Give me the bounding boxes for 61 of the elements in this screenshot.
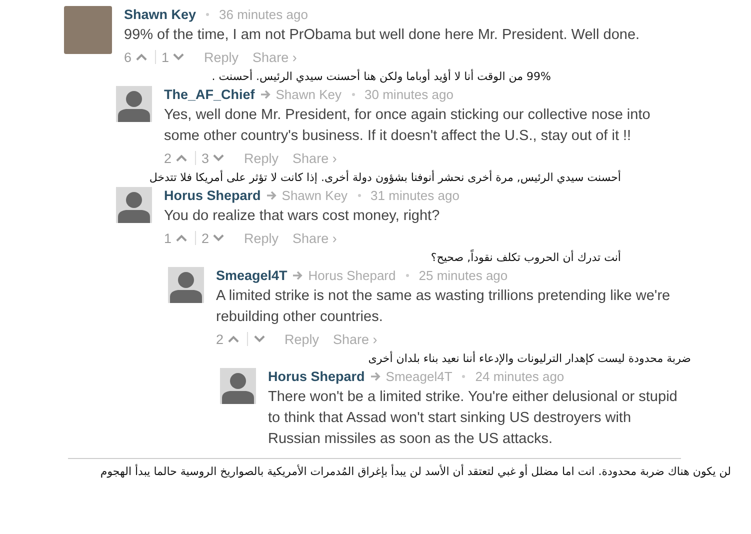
author-link[interactable]: Horus Shepard: [268, 368, 365, 384]
author-link[interactable]: Smeagel4T: [216, 268, 288, 282]
downvote-chevron-icon[interactable]: [173, 53, 184, 61]
upvote-count: 2: [216, 332, 224, 346]
author-link[interactable]: Shawn Key: [124, 6, 196, 22]
arabic-translation: لن يكون هناك ضربة محدودة. انت اما مضلل أو غبي لتعتقد أن الأسد لن يبدأ بإغراق المُدمرات الأمريكية بالصواريخ الروسية حالما يبدأ الهجوم: [100, 465, 731, 478]
reply-to-link[interactable]: Horus Shepard: [308, 268, 396, 282]
reply-link[interactable]: Reply: [284, 332, 320, 346]
upvote-count: 1: [164, 230, 172, 246]
timestamp[interactable]: 31 minutes ago: [370, 188, 460, 202]
timestamp[interactable]: 36 minutes ago: [219, 6, 308, 22]
share-link[interactable]: Share ›: [333, 332, 378, 346]
reply-link[interactable]: Reply: [244, 150, 279, 166]
separator-dot-icon: [406, 274, 409, 276]
downvote-count: 3: [202, 150, 210, 166]
reply-arrow-icon: [260, 90, 271, 98]
user-silhouette-icon: [116, 86, 152, 122]
reply-arrow-icon: [370, 372, 381, 380]
downvote-chevron-icon[interactable]: [213, 234, 224, 242]
separator-dot-icon: [358, 194, 361, 196]
arabic-translation: ضربة محدودة ليست كإهدار الترليونات والإدعاء أننا نعيد بناء بلدان أخرى: [368, 352, 691, 365]
reply-arrow-icon: [292, 270, 304, 280]
separator-dot-icon: [352, 92, 355, 96]
upvote-chevron-icon[interactable]: [176, 234, 187, 242]
upvote-chevron-icon[interactable]: [176, 154, 187, 162]
reply-to-link[interactable]: Smeagel4T: [386, 368, 452, 384]
upvote-chevron-icon[interactable]: [136, 53, 147, 61]
reply-to-link[interactable]: Shawn Key: [282, 188, 348, 202]
comment-text: 99% of the time, I am not PrObama but well done here Mr. President. Well done.: [124, 26, 641, 45]
timestamp[interactable]: 24 minutes ago: [475, 368, 564, 384]
reply-to-link[interactable]: Shawn Key: [276, 86, 342, 102]
upvote-count: 6: [124, 50, 132, 64]
user-silhouette-icon: [220, 368, 256, 404]
avatar-photo-placeholder: [64, 6, 112, 54]
share-link[interactable]: Share ›: [292, 150, 337, 166]
downvote-count: 2: [202, 230, 210, 246]
user-silhouette-icon: [168, 267, 204, 303]
upvote-chevron-icon[interactable]: [228, 335, 239, 343]
author-link[interactable]: The_AF_Chief: [164, 86, 255, 102]
arabic-translation: أحسنت سيدي الرئيس, مرة أخرى نحشر أنوفنا بشؤون دولة أخرى. إذا كانت لا تؤثر على أمريكا فلا تتدخل: [149, 171, 621, 184]
author-link[interactable]: Horus Shepard: [164, 188, 261, 202]
downvote-chevron-icon[interactable]: [254, 335, 265, 343]
upvote-count: 2: [164, 150, 172, 166]
timestamp[interactable]: 25 minutes ago: [418, 268, 508, 282]
reply-link[interactable]: Reply: [244, 230, 279, 246]
comment-text: A limited strike is not the same as wasting trillions pretending like we're rebuilding other countries.: [216, 287, 672, 327]
comment-text: There won't be a limited strike. You're either delusional or stupid to think that Assad won't start sinking US destroyers with Russian missiles as soon as the US attacks.: [268, 388, 678, 449]
arabic-translation: أنت تدرك أن الحروب تكلف نقوداً, صحيح؟: [430, 251, 621, 264]
share-link[interactable]: Share ›: [292, 230, 337, 246]
reply-link[interactable]: Reply: [204, 50, 239, 64]
reply-arrow-icon: [266, 190, 277, 200]
arabic-translation: 99% من الوقت أنا لا أؤيد أوباما ولكن هنا أحسنت سيدي الرئيس. أحسنت .: [212, 70, 551, 83]
comment-text: You do realize that wars cost money, right?: [164, 207, 441, 226]
timestamp[interactable]: 30 minutes ago: [364, 86, 454, 102]
separator-dot-icon: [206, 12, 210, 16]
downvote-chevron-icon[interactable]: [213, 154, 224, 162]
downvote-count: 1: [162, 50, 170, 64]
share-link[interactable]: Share ›: [252, 50, 297, 64]
user-silhouette-icon: [116, 187, 152, 223]
comment-text: Yes, well done Mr. President, for once again sticking our collective nose into some other country's business. If it doesn't affect the U.S., stay out of it !!: [164, 106, 652, 146]
separator-dot-icon: [462, 374, 466, 378]
